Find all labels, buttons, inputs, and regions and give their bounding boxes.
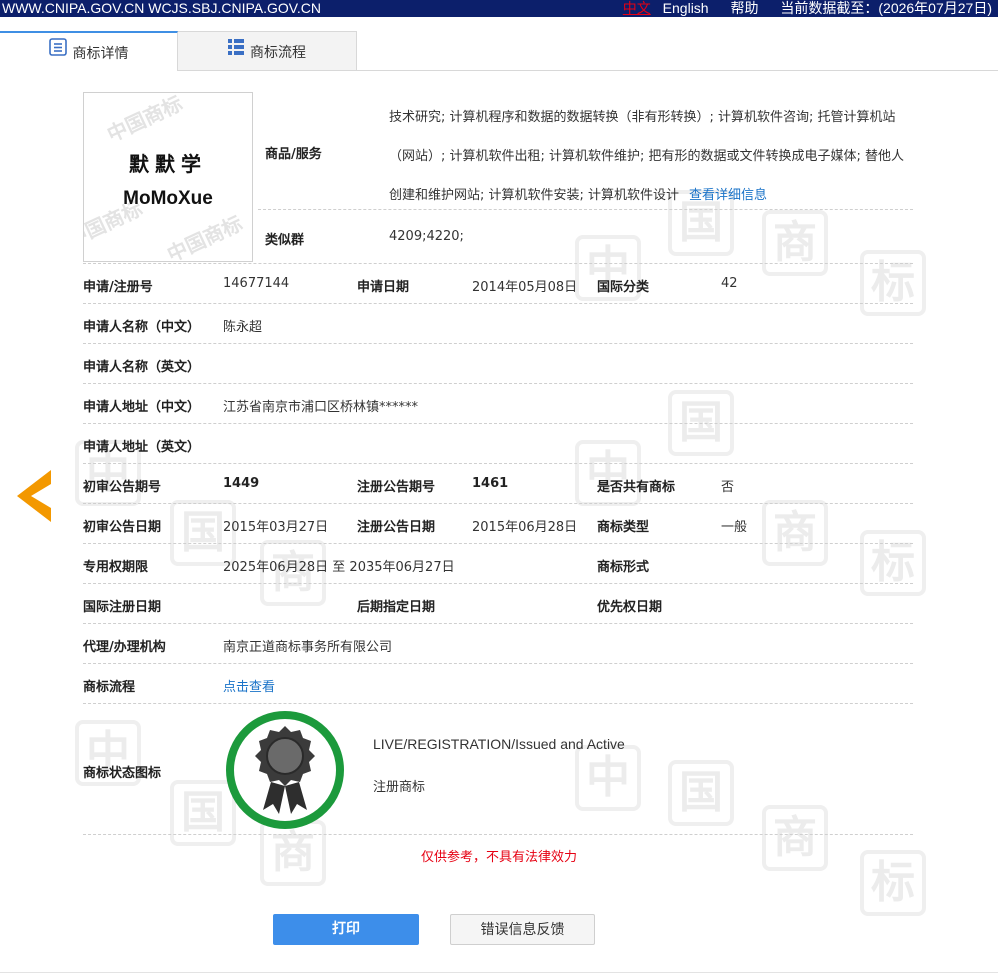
status-icon-label: 商标状态图标 <box>83 766 162 781</box>
prelim-date-label: 初审公告日期 <box>83 520 162 535</box>
shared-label: 是否共有商标 <box>597 480 676 495</box>
top-links: 中文 English 帮助 当前数据截至：(2026年07月27日) <box>623 0 992 17</box>
exclusive-period-value: 2025年06月28日 至 2035年06月27日 <box>223 560 455 575</box>
status-english: LIVE/REGISTRATION/Issued and Active <box>373 736 625 752</box>
grid-list-icon <box>228 30 244 72</box>
row-divider <box>83 343 913 344</box>
row-divider <box>83 663 913 664</box>
watermark-tile: 商 <box>762 210 828 276</box>
row-divider <box>83 623 913 624</box>
trademark-image: 中国商标 中国商标 中国商标 默默学 MoMoXue <box>83 92 253 262</box>
status-chinese: 注册商标 <box>373 780 426 795</box>
intl-reg-date-label: 国际注册日期 <box>83 600 162 615</box>
reg-no-value: 14677144 <box>223 276 290 291</box>
address-cn-label: 申请人地址（中文） <box>83 400 201 415</box>
tab-trademark-details[interactable]: 商标详情 <box>0 31 178 71</box>
applicant-cn-label: 申请人名称（中文） <box>83 320 201 335</box>
later-date-label: 后期指定日期 <box>357 600 436 615</box>
print-button[interactable]: 打印 <box>273 914 419 945</box>
tab-bar: 商标详情 商标流程 <box>0 31 998 71</box>
lang-english-link[interactable]: English <box>663 0 709 16</box>
watermark-tile: 中 <box>575 440 641 506</box>
reg-no-label: 申请/注册号 <box>83 280 153 295</box>
row-divider <box>83 423 913 424</box>
prelim-date-value: 2015年03月27日 <box>223 520 329 535</box>
watermark-tile: 商 <box>762 500 828 566</box>
shared-value: 否 <box>721 480 735 495</box>
reg-pub-date-value: 2015年06月28日 <box>472 520 578 535</box>
apply-date-value: 2014年05月08日 <box>472 280 578 295</box>
top-bar: WWW.CNIPA.GOV.CN WCJS.SBJ.CNIPA.GOV.CN 中… <box>0 0 998 17</box>
process-label: 商标流程 <box>83 680 136 695</box>
image-watermark: 中国商标 <box>103 92 186 147</box>
bottom-divider <box>0 972 998 973</box>
tm-form-label: 商标形式 <box>597 560 650 575</box>
reg-pub-no-value: 1461 <box>472 476 509 491</box>
row-divider <box>83 834 913 835</box>
intl-class-value: 42 <box>721 276 738 291</box>
watermark-tile: 标 <box>860 530 926 596</box>
lang-chinese-link[interactable]: 中文 <box>623 0 651 16</box>
row-divider <box>83 303 913 304</box>
goods-list: 技术研究; 计算机程序和数据的数据转换（非有形转换）; 计算机软件咨询; 托管计… <box>389 110 905 203</box>
view-process-link[interactable]: 点击查看 <box>223 676 275 695</box>
address-en-label: 申请人地址（英文） <box>83 440 201 455</box>
tab-trademark-process[interactable]: 商标流程 <box>178 31 357 70</box>
trademark-chinese-text: 默默学 <box>129 152 207 176</box>
prelim-no-label: 初审公告期号 <box>83 480 162 495</box>
tab-label: 商标流程 <box>250 45 306 61</box>
award-ribbon-icon <box>225 710 345 830</box>
tm-type-value: 一般 <box>721 520 748 535</box>
watermark-tile: 国 <box>668 760 734 826</box>
help-link[interactable]: 帮助 <box>730 0 758 16</box>
reg-pub-no-label: 注册公告期号 <box>357 480 436 495</box>
row-divider <box>83 263 913 264</box>
row-divider <box>83 703 913 704</box>
watermark-tile: 标 <box>860 250 926 316</box>
agent-label: 代理/办理机构 <box>83 640 166 655</box>
site-domains: WWW.CNIPA.GOV.CN WCJS.SBJ.CNIPA.GOV.CN <box>2 0 321 16</box>
reg-pub-date-label: 注册公告日期 <box>357 520 436 535</box>
tm-type-label: 商标类型 <box>597 520 650 535</box>
row-divider <box>83 503 913 504</box>
goods-label: 商品/服务 <box>265 147 322 162</box>
similar-group-label: 类似群 <box>265 233 305 248</box>
row-divider <box>83 383 913 384</box>
address-cn-value: 江苏省南京市浦口区桥林镇****** <box>223 400 419 415</box>
image-watermark: 中国商标 <box>163 211 246 262</box>
row-divider <box>83 463 913 464</box>
document-list-icon <box>48 31 67 73</box>
applicant-cn-value: 陈永超 <box>223 320 263 335</box>
tab-label: 商标详情 <box>72 46 129 62</box>
goods-services-text: 技术研究; 计算机程序和数据的数据转换（非有形转换）; 计算机软件咨询; 托管计… <box>389 98 913 215</box>
agent-value: 南京正道商标事务所有限公司 <box>223 640 393 655</box>
prelim-no-value: 1449 <box>223 476 260 491</box>
data-date: 当前数据截至：(2026年07月27日) <box>780 0 992 16</box>
row-divider <box>83 583 913 584</box>
watermark-tile: 中 <box>575 745 641 811</box>
similar-group-value: 4209;4220; <box>389 229 464 244</box>
view-details-link[interactable]: 查看详细信息 <box>689 188 767 203</box>
priority-date-label: 优先权日期 <box>597 600 663 615</box>
row-divider <box>83 543 913 544</box>
disclaimer-text: 仅供参考，不具有法律效力 <box>420 850 577 865</box>
trademark-english-text: MoMoXue <box>123 188 213 209</box>
row-divider <box>258 209 913 210</box>
exclusive-period-label: 专用权期限 <box>83 560 149 575</box>
error-feedback-button[interactable]: 错误信息反馈 <box>450 914 595 945</box>
applicant-en-label: 申请人名称（英文） <box>83 360 201 375</box>
back-arrow-icon[interactable] <box>17 470 51 522</box>
intl-class-label: 国际分类 <box>597 280 650 295</box>
apply-date-label: 申请日期 <box>357 280 410 295</box>
